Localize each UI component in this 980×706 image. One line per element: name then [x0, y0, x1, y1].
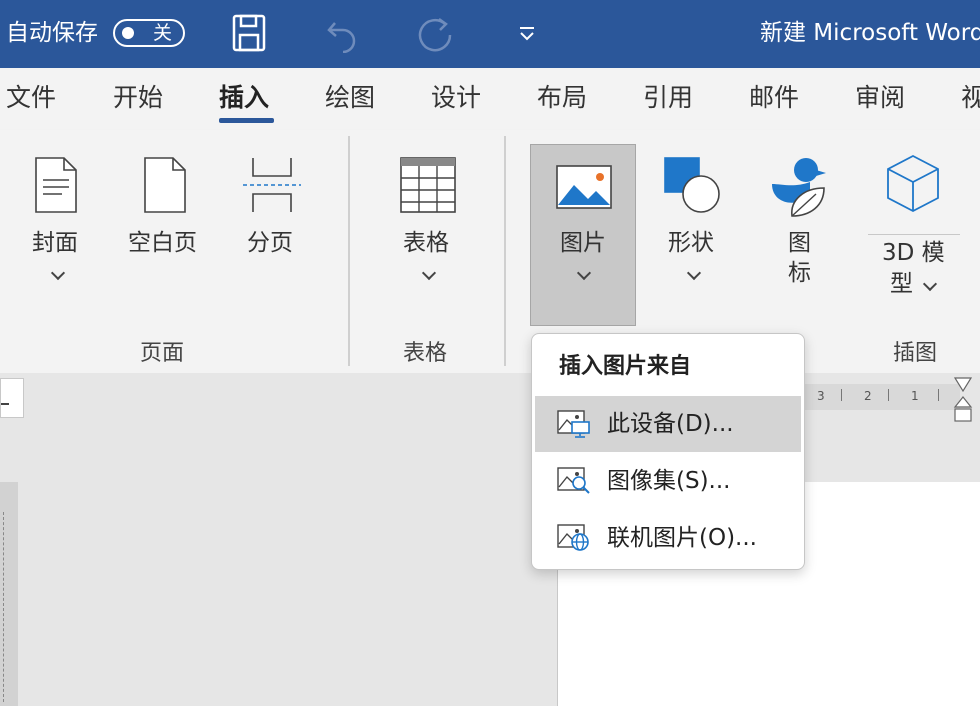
- chevron-down-icon: [576, 265, 592, 281]
- document-title: 新建 Microsoft Word: [760, 20, 980, 46]
- shapes-label: 形状: [668, 230, 714, 256]
- shapes-icon: [664, 157, 720, 213]
- cover-page-label: 封面: [32, 230, 78, 256]
- cube-icon: [887, 154, 939, 213]
- tab-references[interactable]: 引用: [643, 82, 693, 114]
- 3d-models-label-line1: 3D 模: [882, 240, 945, 266]
- tab-layout[interactable]: 布局: [537, 82, 587, 114]
- vertical-ruler: [0, 482, 18, 706]
- group-label-illustrations: 插图: [893, 341, 938, 366]
- indent-marker-icon[interactable]: [953, 377, 973, 423]
- table-button[interactable]: 表格: [390, 150, 466, 300]
- group-label-pages: 页面: [140, 341, 185, 366]
- blank-page-button[interactable]: 空白页: [125, 150, 205, 300]
- title-bar: 自动保存 关 新建 Microsoft Word: [0, 0, 980, 68]
- active-tab-indicator: [219, 118, 274, 123]
- autosave-state: 关: [153, 22, 173, 44]
- ruler-number: 3: [817, 389, 825, 403]
- menu-item-online-pictures[interactable]: 联机图片(O)...: [535, 510, 801, 566]
- ruler-number: 1: [911, 389, 919, 403]
- image-search-icon: [557, 467, 590, 494]
- autosave-toggle[interactable]: 关: [113, 19, 185, 47]
- image-device-icon: [557, 410, 590, 438]
- table-icon: [400, 157, 456, 213]
- 3d-models-button[interactable]: 3D 模 型: [868, 150, 980, 300]
- group-label-tables: 表格: [403, 341, 448, 366]
- tab-mailings[interactable]: 邮件: [749, 82, 799, 114]
- customize-toolbar-icon[interactable]: [517, 25, 537, 43]
- cover-page-button[interactable]: 封面: [20, 150, 92, 300]
- icons-button[interactable]: 图 标: [765, 150, 835, 300]
- page-break-icon: [243, 158, 301, 212]
- menu-item-label: 图像集(S)...: [607, 468, 731, 494]
- tab-insert[interactable]: 插入: [219, 82, 269, 114]
- menu-item-this-device[interactable]: 此设备(D)...: [535, 396, 801, 452]
- ribbon-panel: 封面 空白页 分页 页面 表格 表格 图片 形状 图 标 3D 模 型 插图: [0, 130, 980, 373]
- menu-item-label: 联机图片(O)...: [607, 525, 757, 551]
- blank-page-icon: [144, 157, 186, 213]
- group-separator: [504, 136, 506, 366]
- cover-page-icon: [35, 157, 77, 213]
- table-label: 表格: [403, 230, 449, 256]
- image-online-icon: [557, 524, 589, 551]
- horizontal-ruler: 3 2 1: [800, 384, 960, 410]
- icons-label-line1: 图: [788, 230, 811, 256]
- redo-icon[interactable]: [417, 15, 455, 53]
- 3d-models-label-line2: 型: [890, 271, 913, 297]
- tab-review[interactable]: 审阅: [855, 82, 905, 114]
- tab-design[interactable]: 设计: [431, 82, 481, 114]
- page-break-button[interactable]: 分页: [238, 150, 308, 300]
- ruler-corner: [0, 378, 24, 418]
- page-break-label: 分页: [247, 230, 293, 256]
- blank-page-label: 空白页: [128, 230, 197, 256]
- chevron-down-icon: [421, 265, 437, 281]
- menu-item-image-collection[interactable]: 图像集(S)...: [535, 453, 801, 509]
- undo-icon[interactable]: [325, 17, 359, 53]
- tab-view[interactable]: 视: [961, 82, 980, 114]
- split-divider: [868, 234, 960, 235]
- menu-item-label: 此设备(D)...: [607, 411, 734, 437]
- tab-file[interactable]: 文件: [6, 82, 56, 114]
- save-icon[interactable]: [232, 14, 266, 52]
- chevron-down-icon: [50, 265, 66, 281]
- pictures-button[interactable]: 图片: [530, 144, 636, 326]
- toggle-knob: [122, 27, 134, 39]
- tab-draw[interactable]: 绘图: [325, 82, 375, 114]
- ribbon-tabs: 文件 开始 插入 绘图 设计 布局 引用 邮件 审阅 视: [0, 68, 980, 130]
- chevron-down-icon: [686, 265, 702, 281]
- chevron-down-icon: [922, 276, 938, 292]
- tab-home[interactable]: 开始: [113, 82, 163, 114]
- pictures-label: 图片: [560, 230, 606, 256]
- autosave-label: 自动保存: [6, 20, 98, 46]
- icons-label-line2: 标: [788, 260, 811, 286]
- picture-icon: [556, 165, 612, 209]
- icons-icon: [772, 158, 826, 217]
- shapes-button[interactable]: 形状: [655, 150, 730, 300]
- ruler-number: 2: [864, 389, 872, 403]
- insert-picture-menu: 插入图片来自 此设备(D)... 图像集(S)... 联机图片(O)...: [531, 333, 805, 570]
- menu-title: 插入图片来自: [559, 354, 692, 379]
- group-separator: [348, 136, 350, 366]
